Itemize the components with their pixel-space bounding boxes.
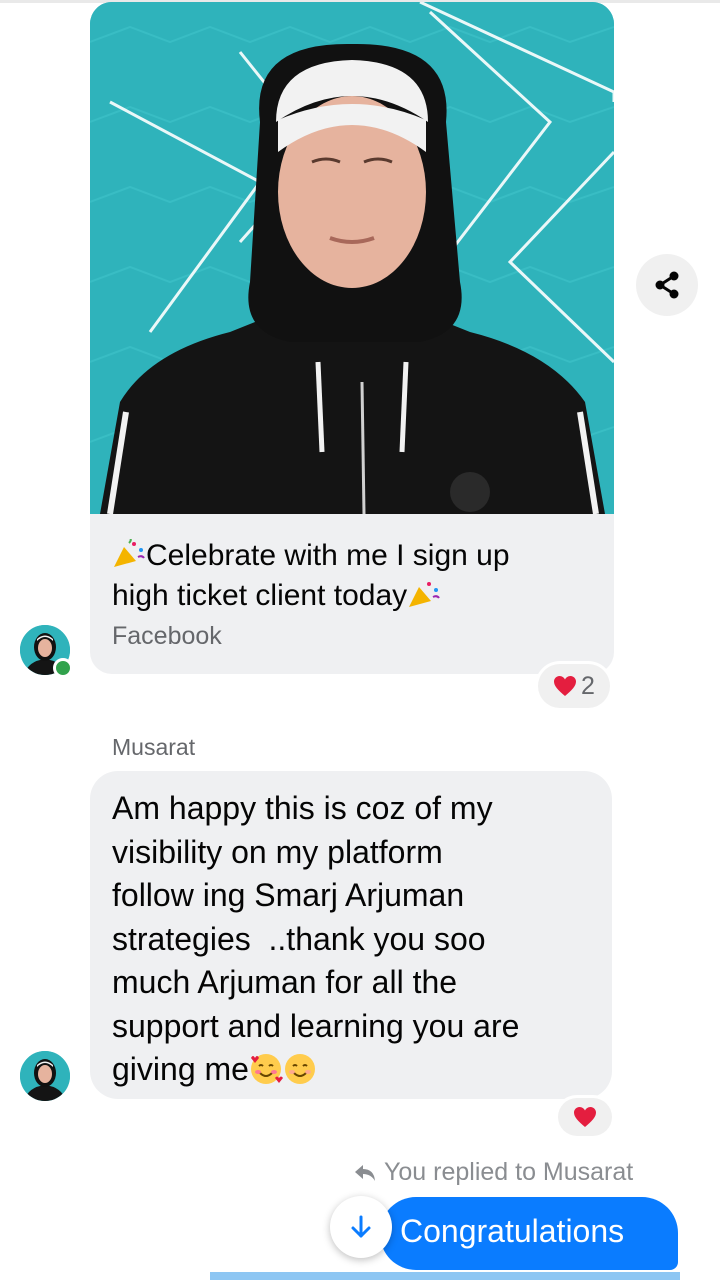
reply-arrow-icon — [355, 1164, 375, 1181]
composer-edge — [210, 1272, 680, 1280]
message-bubble[interactable]: Am happy this is coz of my visibility on… — [90, 771, 612, 1099]
post-photo[interactable] — [90, 2, 614, 514]
post-photo-illustration — [90, 2, 614, 514]
party-popper-icon — [114, 539, 145, 567]
post-caption: Celebrate with me I sign up high ticket … — [112, 536, 592, 616]
post-caption-line1: Celebrate with me I sign up — [146, 539, 510, 572]
message-text: Am happy this is coz of my visibility on… — [112, 787, 602, 1092]
share-button[interactable] — [636, 254, 698, 316]
smiling-face-icon — [284, 1054, 315, 1084]
message-reaction-badge[interactable] — [558, 1098, 612, 1136]
heart-icon — [554, 676, 577, 696]
post-caption-line2: high ticket client today — [112, 579, 408, 612]
reaction-count: 2 — [581, 671, 595, 700]
arrow-down-icon — [351, 1215, 371, 1238]
reply-context-text: You replied to Musarat — [384, 1158, 634, 1186]
post-reaction-badge[interactable]: 2 — [538, 664, 610, 708]
sender-name: Musarat — [112, 734, 196, 760]
post-source: Facebook — [112, 622, 222, 650]
avatar[interactable] — [20, 1051, 70, 1101]
avatar-image — [20, 1051, 70, 1101]
shared-post-card[interactable]: Celebrate with me I sign up high ticket … — [90, 2, 614, 674]
scroll-to-bottom-button[interactable] — [330, 1196, 392, 1258]
party-popper-icon — [409, 582, 441, 607]
online-status-indicator — [53, 658, 73, 678]
reply-context: You replied to Musarat — [354, 1158, 633, 1187]
heart-icon — [574, 1107, 596, 1127]
sent-message-bubble[interactable]: Congratulations — [380, 1197, 678, 1270]
sent-message-text: Congratulations — [400, 1213, 625, 1249]
message-body: Am happy this is coz of my visibility on… — [112, 790, 520, 1087]
share-icon — [655, 271, 679, 299]
smiling-face-with-hearts-icon — [250, 1054, 283, 1084]
